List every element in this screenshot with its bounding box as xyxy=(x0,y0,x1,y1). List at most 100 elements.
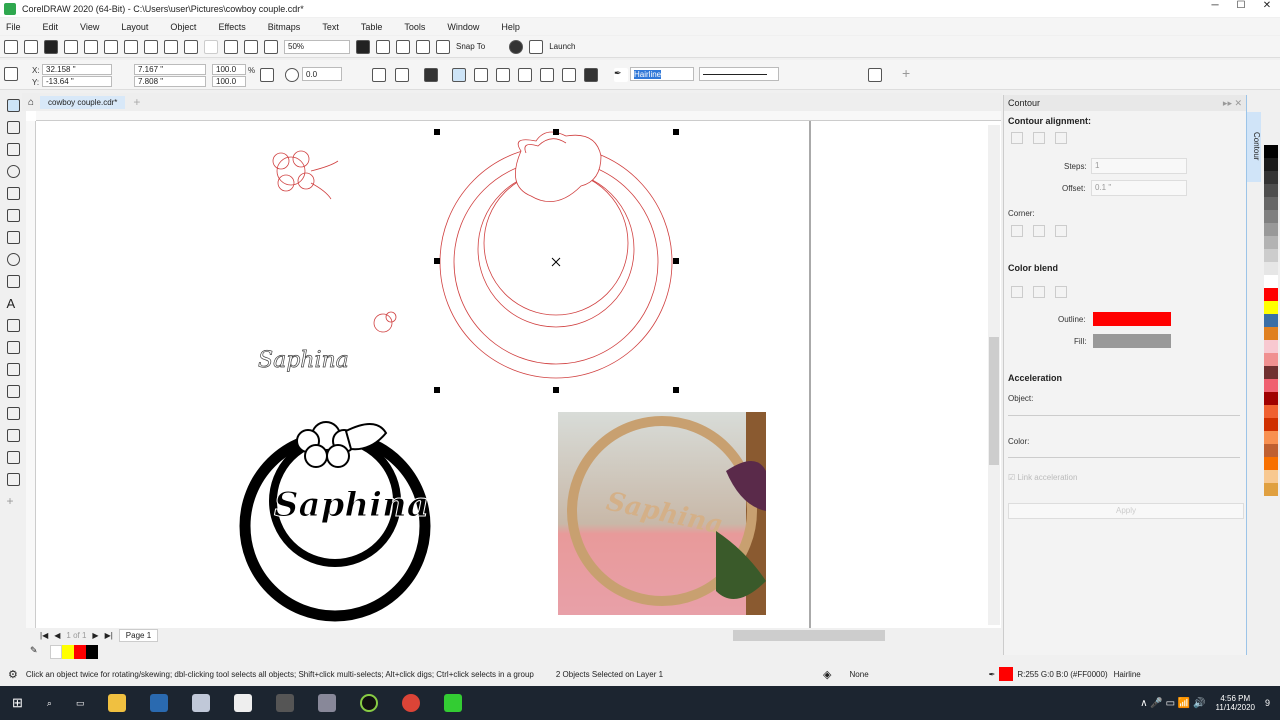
combine-icon[interactable] xyxy=(424,68,438,82)
vertical-scrollbar[interactable] xyxy=(988,125,1000,625)
rectangle-tool-icon[interactable] xyxy=(6,231,20,244)
grid-icon[interactable] xyxy=(396,39,410,54)
swatch-yellow[interactable] xyxy=(62,644,74,659)
task-view-icon[interactable]: ▭ xyxy=(76,698,85,709)
app-icon-2[interactable] xyxy=(318,694,337,712)
zoom-tool-icon[interactable] xyxy=(6,165,20,178)
first-page-button[interactable]: |◀ xyxy=(40,631,48,640)
notifications-icon[interactable]: 9 xyxy=(1265,698,1270,708)
smart-fill-tool-icon[interactable] xyxy=(6,451,20,464)
paste-icon[interactable] xyxy=(164,39,178,54)
undo-icon[interactable] xyxy=(184,39,198,54)
palette-swatch[interactable] xyxy=(1264,314,1278,327)
palette-swatch[interactable] xyxy=(1264,444,1278,457)
horizontal-ruler[interactable] xyxy=(36,111,1001,121)
docker-tab-contour[interactable]: Contour xyxy=(1247,112,1261,182)
front-minus-back-icon[interactable] xyxy=(540,68,554,82)
eyedropper-icon[interactable]: ✎ xyxy=(30,645,50,659)
transparency-tool-icon[interactable] xyxy=(6,385,20,398)
import-icon[interactable] xyxy=(224,39,238,54)
swatch-red[interactable] xyxy=(74,644,86,659)
launch-dropdown[interactable]: Launch xyxy=(549,42,575,51)
open-icon[interactable] xyxy=(24,39,38,54)
menu-help[interactable]: Help xyxy=(501,22,520,32)
snap-to-dropdown[interactable]: Snap To xyxy=(456,42,485,51)
menu-bitmaps[interactable]: Bitmaps xyxy=(268,22,301,32)
vertical-ruler[interactable] xyxy=(26,121,36,628)
back-minus-front-icon[interactable] xyxy=(562,68,576,82)
minimize-button[interactable]: ─ xyxy=(1202,0,1228,11)
home-icon[interactable]: ⌂ xyxy=(28,97,34,108)
palette-swatch[interactable] xyxy=(1264,483,1278,496)
y-position-input[interactable]: -13.64 " xyxy=(42,76,112,87)
reference-point-icon[interactable] xyxy=(4,67,18,81)
drop-shadow-tool-icon[interactable] xyxy=(6,363,20,376)
crop-tool-icon[interactable] xyxy=(6,143,20,156)
rotation-angle-input[interactable]: 0.0 xyxy=(302,67,342,81)
menu-effects[interactable]: Effects xyxy=(218,22,245,32)
create-boundary-icon[interactable] xyxy=(584,68,598,82)
copy-icon[interactable] xyxy=(144,39,158,54)
selection-handle[interactable] xyxy=(553,129,559,135)
selection-handle[interactable] xyxy=(673,258,679,264)
outline-pen-tool-icon[interactable] xyxy=(6,473,20,486)
app-icon[interactable] xyxy=(276,694,295,712)
file-explorer-icon[interactable] xyxy=(108,694,127,712)
palette-swatch[interactable] xyxy=(1264,249,1278,262)
palette-swatch[interactable] xyxy=(1264,327,1278,340)
new-document-icon[interactable] xyxy=(4,39,18,54)
next-page-button[interactable]: ▶ xyxy=(92,631,98,640)
redo-icon[interactable] xyxy=(204,39,218,54)
corel-icon[interactable] xyxy=(360,694,379,712)
rulers-icon[interactable] xyxy=(376,39,390,54)
zoom-level-select[interactable]: 50% xyxy=(284,39,350,54)
selection-handle[interactable] xyxy=(673,387,679,393)
artistic-media-tool-icon[interactable] xyxy=(6,209,20,222)
palette-swatch[interactable] xyxy=(1264,288,1278,301)
search-icon[interactable]: ⌕ xyxy=(47,698,52,709)
zoom-fit-icon[interactable] xyxy=(356,39,370,54)
fill-color-picker[interactable] xyxy=(1093,334,1171,348)
menu-object[interactable]: Object xyxy=(170,22,196,32)
palette-swatch[interactable] xyxy=(1264,392,1278,405)
menu-window[interactable]: Window xyxy=(447,22,479,32)
tab-cowboy-couple[interactable]: cowboy couple.cdr* xyxy=(40,95,126,109)
last-page-button[interactable]: ▶| xyxy=(105,631,113,640)
width-input[interactable]: 7.167 " xyxy=(134,64,206,75)
corner-round-icon[interactable] xyxy=(1033,225,1045,237)
scale-x-input[interactable]: 100.0 xyxy=(212,64,246,75)
align-distribute-icon[interactable] xyxy=(868,68,882,82)
steps-input[interactable]: 1 xyxy=(1091,158,1187,174)
chrome-icon[interactable] xyxy=(402,694,421,712)
shape-tool-icon[interactable] xyxy=(6,121,20,134)
palette-swatch[interactable] xyxy=(1264,223,1278,236)
palette-swatch[interactable] xyxy=(1264,431,1278,444)
counterclockwise-blend-icon[interactable] xyxy=(1055,286,1067,298)
weld-icon[interactable] xyxy=(452,68,466,82)
palette-swatch[interactable] xyxy=(1264,210,1278,223)
connector-tool-icon[interactable] xyxy=(6,341,20,354)
selection-handle[interactable] xyxy=(434,129,440,135)
options-gear-icon[interactable] xyxy=(509,39,524,54)
selection-handle[interactable] xyxy=(434,387,440,393)
save-icon[interactable] xyxy=(44,39,58,54)
palette-swatch[interactable] xyxy=(1264,379,1278,392)
horizontal-scrollbar[interactable] xyxy=(733,630,885,641)
palette-swatch[interactable] xyxy=(1264,184,1278,197)
simplify-icon[interactable] xyxy=(518,68,532,82)
eyedropper-tool-icon[interactable] xyxy=(6,407,20,420)
to-center-icon[interactable] xyxy=(1011,132,1023,144)
outline-color-picker[interactable] xyxy=(1093,312,1171,326)
palette-swatch[interactable] xyxy=(1264,353,1278,366)
coreldraw-icon[interactable] xyxy=(444,694,463,712)
saphina-outline-text[interactable]: Saphina xyxy=(258,348,349,374)
selection-handle[interactable] xyxy=(673,129,679,135)
freehand-tool-icon[interactable] xyxy=(6,187,20,200)
gear-icon[interactable]: ⚙ xyxy=(8,668,18,681)
line-style-select[interactable] xyxy=(699,67,779,81)
corner-bevel-icon[interactable] xyxy=(1055,225,1067,237)
offset-input[interactable]: 0.1 " xyxy=(1091,180,1187,196)
qr-app-icon[interactable] xyxy=(234,694,253,712)
height-input[interactable]: 7.808 " xyxy=(134,76,206,87)
drawing-canvas[interactable]: Saphina Saphina Saphina xyxy=(26,111,1001,628)
